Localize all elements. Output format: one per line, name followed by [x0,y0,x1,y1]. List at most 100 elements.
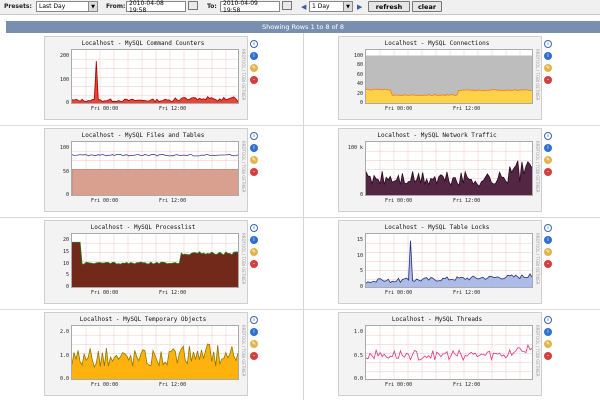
watermark-text: RRDTOOL / TOBI OETIKER [241,325,246,377]
y-tick-label: 60 [356,71,363,78]
x-tick-label: Fri 00:00 [385,198,413,204]
edit-icon[interactable]: ✎ [544,248,552,256]
graph-title: Localhost - MySQL Temporary Objects [79,316,207,323]
edit-icon[interactable]: ✎ [544,156,552,164]
edit-icon[interactable]: ✎ [250,64,258,72]
x-tick-label: Fri 12:00 [159,290,187,296]
graph-title: Localhost - MySQL Connections [384,40,490,47]
delete-icon[interactable]: – [544,76,552,84]
graph-panel[interactable]: Localhost - MySQL Command Counters 200 100… [44,36,248,120]
y-tick-label: 20 [62,237,69,243]
graph-title: Localhost - MySQL Threads [391,316,483,323]
rrdtool-watermark: RRDTOOL / TOBI OETIKER [241,233,246,289]
x-tick-label: Fri 00:00 [91,106,119,112]
y-tick-label: 2.0 [59,329,69,335]
zoom-icon[interactable]: ⌕ [250,132,258,140]
series-line [366,343,532,362]
info-icon[interactable]: i [544,328,552,336]
shift-right-icon[interactable]: ▶ [357,1,362,12]
y-tick-label: 0.0 [59,376,69,382]
delete-icon[interactable]: – [250,260,258,268]
info-icon[interactable]: i [544,144,552,152]
delete-icon[interactable]: – [544,352,552,360]
watermark-text: RRDTOOL / TOBI OETIKER [241,49,246,101]
presets-select[interactable]: Last Day ▼ [36,1,98,12]
presets-label: Presets: [4,3,32,10]
series-area [72,344,238,379]
to-date-value: 2010-04-09 19:58 [223,0,258,14]
rrdtool-watermark: RRDTOOL / TOBI OETIKER [241,141,246,197]
info-icon[interactable]: i [250,236,258,244]
info-icon[interactable]: i [250,144,258,152]
clear-button[interactable]: clear [412,1,442,12]
graph-svg [72,142,238,195]
presets-value: Last Day [39,3,66,10]
watermark-text: RRDTOOL / TOBI OETIKER [535,325,540,377]
zoom-icon[interactable]: ⌕ [250,40,258,48]
y-tick-label: 15 [62,248,69,255]
graph-title: Localhost - MySQL Files and Tables [81,132,205,139]
graph-svg [366,326,532,379]
x-tick-label: Fri 00:00 [91,290,119,296]
zoom-icon[interactable]: ⌕ [544,224,552,232]
x-tick-label: Fri 00:00 [91,198,119,204]
info-icon[interactable]: i [250,52,258,60]
delete-icon[interactable]: – [250,168,258,176]
edit-icon[interactable]: ✎ [250,156,258,164]
zoom-icon[interactable]: ⌕ [250,316,258,324]
y-tick-label: 100 [59,76,69,83]
zoom-icon[interactable]: ⌕ [544,132,552,140]
graph-panel[interactable]: Localhost - MySQL Threads 1.0 0.5 0.0 Fri 00… [338,312,542,396]
calendar-icon[interactable] [188,1,198,10]
timespan-select[interactable]: 1 Day ▼ [309,1,353,12]
edit-icon[interactable]: ✎ [250,340,258,348]
row-divider [0,125,600,126]
to-date-input[interactable]: 2010-04-09 19:58 [220,0,280,14]
graph-panel[interactable]: Localhost - MySQL Temporary Objects 2.0 1.… [44,312,248,396]
graph-panel[interactable]: Localhost - MySQL Files and Tables 100 50 0… [44,128,248,212]
delete-icon[interactable]: – [250,352,258,360]
zoom-icon[interactable]: ⌕ [250,224,258,232]
edit-icon[interactable]: ✎ [544,340,552,348]
info-icon[interactable]: i [544,236,552,244]
zoom-icon[interactable]: ⌕ [544,316,552,324]
graph-panel[interactable]: Localhost - MySQL Connections 100 80 60 40 20… [338,36,542,120]
edit-icon[interactable]: ✎ [250,248,258,256]
y-tick-label: 80 [356,62,363,69]
y-tick-label: 0 [65,100,69,106]
chevron-down-icon[interactable]: ▼ [343,2,352,11]
delete-icon[interactable]: – [250,76,258,84]
delete-icon[interactable]: – [544,168,552,176]
from-date-input[interactable]: 2010-04-08 19:58 [126,0,186,14]
watermark-text: RRDTOOL / TOBI OETIKER [535,141,540,193]
refresh-button[interactable]: refresh [368,1,410,12]
info-icon[interactable]: i [544,52,552,60]
y-tick-label: 200 [59,53,69,59]
y-tick-label: 100 [353,53,363,59]
calendar-icon[interactable] [282,1,292,10]
open-files-area [72,169,238,195]
x-tick-label: Fri 12:00 [453,198,481,204]
rrdtool-watermark: RRDTOOL / TOBI OETIKER [535,49,540,105]
x-tick-label: Fri 00:00 [385,106,413,112]
x-tick-label: Fri 00:00 [385,290,413,296]
zoom-icon[interactable]: ⌕ [544,40,552,48]
shift-left-icon[interactable]: ◀ [301,1,306,12]
chevron-down-icon[interactable]: ▼ [88,2,97,11]
graph-toolbar: Presets: Last Day ▼ From: 2010-04-08 19:… [0,0,600,15]
delete-icon[interactable]: – [544,260,552,268]
graph-panel[interactable]: Localhost - MySQL Network Traffic 100 k 0 F… [338,128,542,212]
rrdtool-watermark: RRDTOOL / TOBI OETIKER [241,49,246,105]
y-tick-label: 0 [65,284,69,290]
y-tick-label: 10 [62,260,69,267]
graph-svg [72,234,238,287]
y-tick-label: 40 [356,81,363,88]
graph-svg [366,142,532,195]
graph-panel[interactable]: Localhost - MySQL Table Locks 15 10 5 0 Fri 0… [338,220,542,304]
row-divider [0,217,600,218]
graph-panel[interactable]: Localhost - MySQL Processlist 20 15 10 5 0 Fri… [44,220,248,304]
x-tick-label: Fri 12:00 [453,290,481,296]
info-icon[interactable]: i [250,328,258,336]
edit-icon[interactable]: ✎ [544,64,552,72]
rrdtool-watermark: RRDTOOL / TOBI OETIKER [535,325,540,381]
